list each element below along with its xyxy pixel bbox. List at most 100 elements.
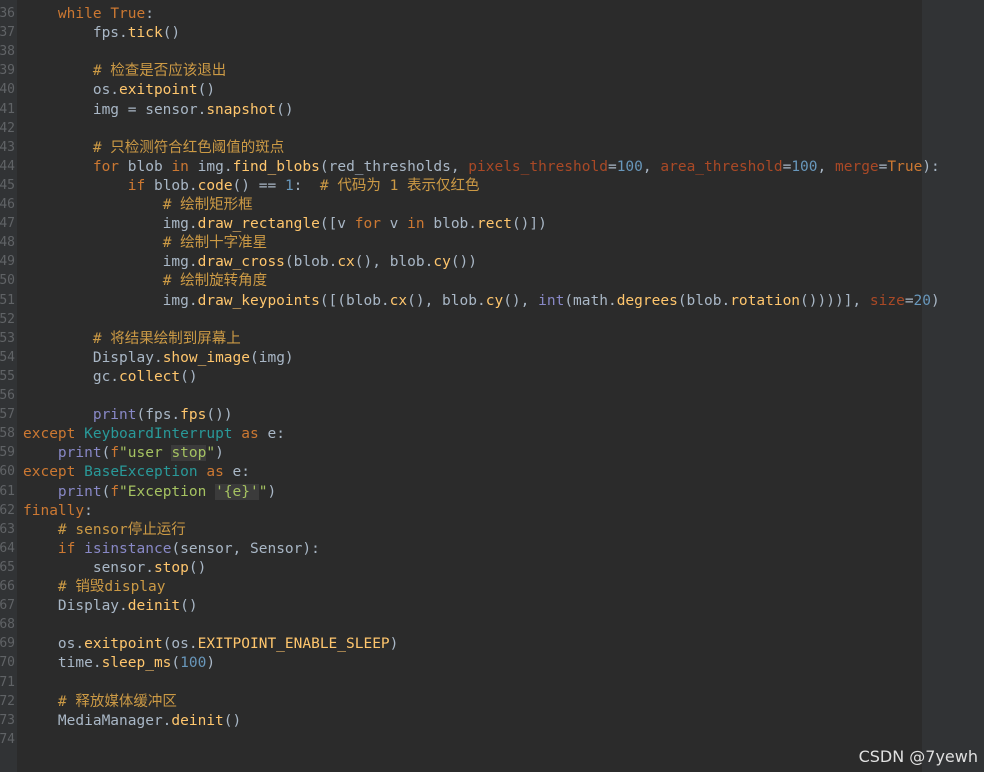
code-line[interactable]: # 将结果绘制到屏幕上 xyxy=(23,330,241,349)
code-token: Display. xyxy=(23,598,128,615)
code-line[interactable]: print(fps.fps()) xyxy=(23,406,233,425)
code-token: ( xyxy=(101,445,111,462)
line-number: 50 xyxy=(0,273,15,289)
code-line[interactable]: while True: xyxy=(23,5,154,24)
line-number: 67 xyxy=(0,598,15,614)
code-line[interactable]: # 检查是否应该退出 xyxy=(23,62,226,81)
code-token: (blob. xyxy=(284,254,338,271)
code-token: draw_keypoints xyxy=(197,292,320,309)
code-token: img. xyxy=(23,216,198,233)
code-token: 100 xyxy=(180,655,207,672)
code-token: # 将结果绘制到屏幕上 xyxy=(92,330,241,347)
code-line[interactable]: MediaManager.deinit() xyxy=(23,712,241,731)
line-number: 39 xyxy=(0,63,15,79)
code-line[interactable]: except KeyboardInterrupt as e: xyxy=(23,425,285,444)
line-number: 74 xyxy=(0,731,15,747)
code-token: () xyxy=(162,25,181,42)
code-token: rotation xyxy=(730,292,801,309)
code-token: 20 xyxy=(913,292,932,309)
code-line[interactable]: print(f"user stop") xyxy=(23,444,224,463)
code-token: = xyxy=(904,292,914,309)
code-line[interactable]: img.draw_keypoints([(blob.cx(), blob.cy(… xyxy=(23,292,940,311)
code-token: ) xyxy=(931,292,940,309)
code-line[interactable]: # 绘制矩形框 xyxy=(23,196,253,215)
code-line[interactable]: img.draw_cross(blob.cx(), blob.cy()) xyxy=(23,253,477,272)
code-token: isinstance xyxy=(84,540,172,557)
line-number: 53 xyxy=(0,330,15,346)
code-line[interactable]: # 释放媒体缓冲区 xyxy=(23,693,177,712)
code-line[interactable]: for blob in img.find_blobs(red_threshold… xyxy=(23,158,940,177)
code-line[interactable]: os.exitpoint(os.EXITPOINT_ENABLE_SLEEP) xyxy=(23,635,399,654)
code-line[interactable]: time.sleep_ms(100) xyxy=(23,654,215,673)
line-number: 43 xyxy=(0,139,15,155)
code-line[interactable]: gc.collect() xyxy=(23,368,198,387)
code-line[interactable]: fps.tick() xyxy=(23,24,180,43)
code-token: # 绘制十字准星 xyxy=(162,235,268,252)
code-token: ) xyxy=(206,655,216,672)
code-line[interactable]: os.exitpoint() xyxy=(23,81,215,100)
code-token: draw_cross xyxy=(197,254,285,271)
code-token: : xyxy=(293,177,320,194)
code-line[interactable]: finally: xyxy=(23,502,93,521)
code-line[interactable]: except BaseException as e: xyxy=(23,463,250,482)
code-line[interactable]: Display.show_image(img) xyxy=(23,349,294,368)
code-editor[interactable]: while True: fps.tick() # 检查是否应该退出 os.exi… xyxy=(0,0,984,772)
code-token: (img) xyxy=(250,349,294,366)
code-token: ())))], xyxy=(800,292,870,309)
line-number: 49 xyxy=(0,254,15,270)
code-line[interactable]: # 绘制十字准星 xyxy=(23,234,267,253)
code-token: 100 xyxy=(616,158,643,175)
code-line[interactable]: if isinstance(sensor, Sensor): xyxy=(23,540,320,559)
code-token: img. xyxy=(188,158,233,175)
code-token: show_image xyxy=(162,349,250,366)
code-token: ) xyxy=(267,483,277,500)
code-line[interactable]: img = sensor.snapshot() xyxy=(23,101,294,120)
line-number: 70 xyxy=(0,655,15,671)
code-token: as xyxy=(241,426,259,443)
code-token: stop xyxy=(171,445,207,462)
code-token: ( xyxy=(171,655,181,672)
code-token: os. xyxy=(23,82,120,99)
code-token: (), blob. xyxy=(354,254,434,271)
editor-scrollbar[interactable] xyxy=(922,0,984,772)
code-line[interactable]: # 销毁display xyxy=(23,578,166,597)
code-token: as xyxy=(206,464,224,481)
code-token: f xyxy=(110,483,120,500)
code-line[interactable]: # 只检测符合红色阈值的斑点 xyxy=(23,139,284,158)
code-token: (fps. xyxy=(136,407,181,424)
code-token: size xyxy=(869,292,905,309)
code-token: # 销毁display xyxy=(57,579,166,595)
code-token: True xyxy=(887,158,923,175)
code-token: "Exception xyxy=(119,483,216,500)
code-line[interactable]: if blob.code() == 1: # 代码为 1 表示仅红色 xyxy=(23,177,480,196)
code-line[interactable]: # sensor停止运行 xyxy=(23,521,186,540)
code-line[interactable]: sensor.stop() xyxy=(23,559,207,578)
code-token: sensor. xyxy=(23,559,154,576)
code-token: , xyxy=(817,158,835,175)
code-token: () xyxy=(276,101,294,118)
code-token: BaseException xyxy=(84,464,198,481)
code-line[interactable]: # 绘制旋转角度 xyxy=(23,272,267,291)
code-token: '{e}' xyxy=(215,483,259,500)
code-token: for xyxy=(92,158,120,175)
line-number: 69 xyxy=(0,636,15,652)
code-line[interactable]: print(f"Exception '{e}'") xyxy=(23,483,276,502)
line-number: 40 xyxy=(0,82,15,98)
line-number: 51 xyxy=(0,292,15,308)
code-token: MediaManager. xyxy=(23,712,172,729)
code-line[interactable]: Display.deinit() xyxy=(23,597,198,616)
code-line[interactable]: img.draw_rectangle([v for v in blob.rect… xyxy=(23,215,547,234)
code-token: except xyxy=(23,426,76,443)
code-token: blob xyxy=(119,158,172,175)
code-token: print xyxy=(92,407,137,424)
code-token: img. xyxy=(23,254,198,271)
line-number: 65 xyxy=(0,559,15,575)
code-token: find_blobs xyxy=(232,158,320,175)
